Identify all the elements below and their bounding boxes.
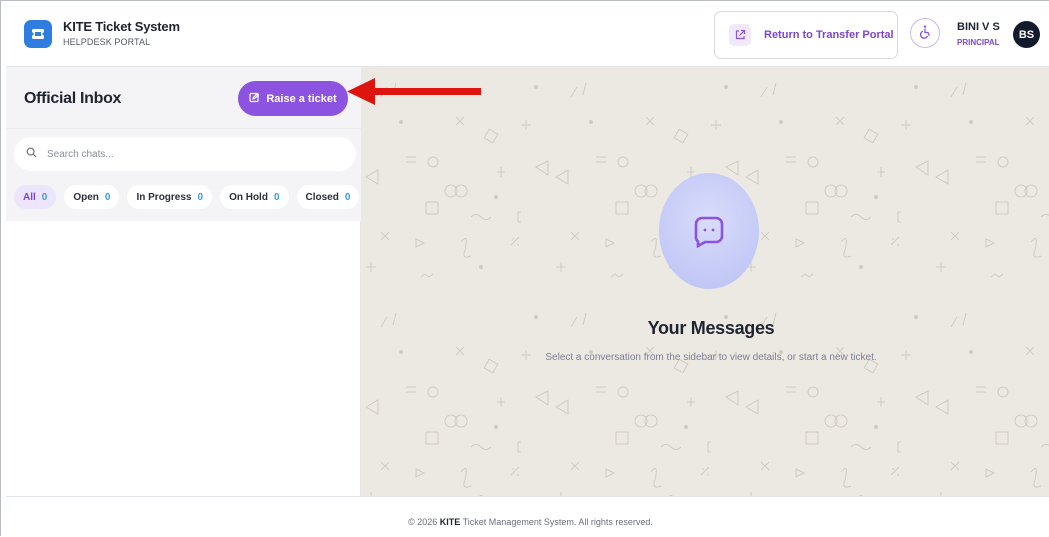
tab-open[interactable]: Open 0 <box>64 185 120 209</box>
empty-state-title: Your Messages <box>647 318 775 338</box>
user-role: PRINCIPAL <box>957 38 1000 47</box>
raise-ticket-button[interactable]: Raise a ticket <box>238 81 348 116</box>
conversation-panel: Your Messages Select a conversation from… <box>361 67 1049 496</box>
status-filter-tabs: All 0 Open 0 In Progress 0 On Hold 0 Clo… <box>6 177 361 221</box>
tab-label: Open <box>73 191 99 203</box>
accessibility-icon <box>917 24 933 43</box>
sidebar-header: Official Inbox Raise a ticket <box>6 67 361 129</box>
accessibility-button[interactable] <box>910 18 940 48</box>
app-frame: KITE Ticket System HELPDESK PORTAL Retur… <box>0 0 1049 537</box>
footer: © 2026 KITE Ticket Management System. Al… <box>6 496 1049 537</box>
annotation-arrow <box>347 78 481 105</box>
avatar[interactable]: BS <box>1013 21 1040 48</box>
footer-brand: KITE <box>439 517 461 527</box>
tab-in-progress[interactable]: In Progress 0 <box>127 185 213 209</box>
search-box <box>14 137 356 171</box>
ticket-logo-icon <box>24 20 52 48</box>
empty-state-subtitle: Select a conversation from the sidebar t… <box>545 352 877 363</box>
edit-square-icon <box>249 92 260 106</box>
tab-count: 0 <box>197 191 204 203</box>
footer-suffix: Ticket Management System. All rights res… <box>460 517 653 527</box>
search-icon <box>26 145 37 163</box>
user-name: BINI V S <box>957 21 1000 33</box>
sidebar: Official Inbox Raise a ticket Search cha… <box>6 67 361 496</box>
app-subtitle: HELPDESK PORTAL <box>63 37 151 47</box>
search-area <box>6 129 361 177</box>
app-title: KITE Ticket System <box>63 19 180 34</box>
chat-bubble-icon <box>659 173 759 289</box>
external-link-icon <box>729 24 751 46</box>
tab-on-hold[interactable]: On Hold 0 <box>220 185 289 209</box>
tab-label: On Hold <box>229 191 268 203</box>
tab-count: 0 <box>41 191 48 203</box>
search-input[interactable] <box>47 148 327 160</box>
top-header: KITE Ticket System HELPDESK PORTAL Retur… <box>6 1 1049 67</box>
tab-count: 0 <box>104 191 111 203</box>
return-button-label: Return to Transfer Portal <box>764 29 894 41</box>
tab-label: In Progress <box>136 191 192 203</box>
tab-all[interactable]: All 0 <box>14 185 57 209</box>
return-to-transfer-portal-button[interactable]: Return to Transfer Portal <box>714 11 898 59</box>
tab-closed[interactable]: Closed 0 <box>296 185 360 209</box>
footer-copyright: © 2026 KITE Ticket Management System. Al… <box>6 517 1049 527</box>
footer-prefix: © 2026 <box>408 517 440 527</box>
tab-label: Closed <box>305 191 339 203</box>
tab-count: 0 <box>344 191 351 203</box>
tab-count: 0 <box>273 191 280 203</box>
tab-label: All <box>23 191 36 203</box>
inbox-title: Official Inbox <box>24 90 122 107</box>
raise-ticket-label: Raise a ticket <box>266 92 337 105</box>
